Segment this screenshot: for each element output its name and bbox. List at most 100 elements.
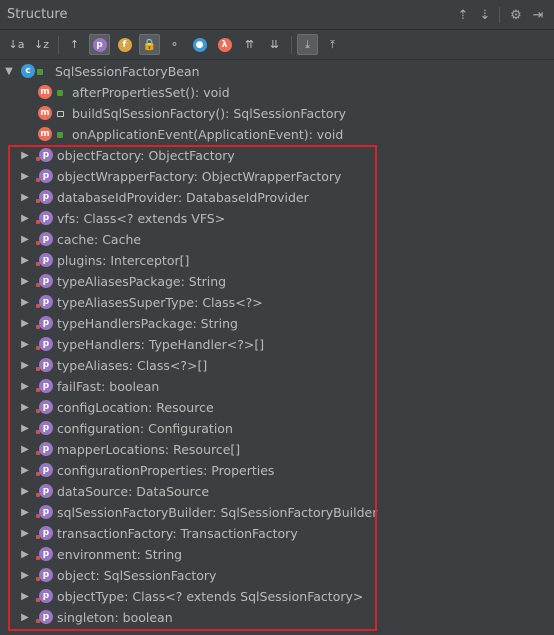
property-icon: p [39, 337, 53, 351]
sort-by-visibility-icon[interactable]: ↓a [6, 34, 27, 55]
tree-row-property[interactable]: ▶ p objectWrapperFactory: ObjectWrapperFac… [0, 166, 554, 187]
property-icon: p [39, 148, 53, 162]
collapse-icon[interactable]: ⇊ [264, 34, 285, 55]
autoscroll-to-source-icon[interactable]: ⤓ [297, 34, 318, 55]
accessor-indicator-icon [36, 577, 40, 581]
tree-row-property[interactable]: ▶ p sqlSessionFactoryBuilder: SqlSessionFa… [0, 502, 554, 523]
tree-row-property[interactable]: ▶ p mapperLocations: Resource[] [0, 439, 554, 460]
title-tools-separator [499, 7, 500, 23]
tree-row-property[interactable]: ▶ p object: SqlSessionFactory [0, 565, 554, 586]
lambda-glyph: λ [217, 37, 232, 52]
collapsed-arrow-icon[interactable]: ▶ [20, 255, 30, 266]
tree-row-property[interactable]: ▶ p configuration: Configuration [0, 418, 554, 439]
tree-row-property[interactable]: ▶ p typeAliasesSuperType: Class<?> [0, 292, 554, 313]
tree-row-root[interactable]: ▼ c SqlSessionFactoryBean [0, 61, 554, 82]
show-inherited-icon[interactable]: ↑ [64, 34, 85, 55]
tree-row-method[interactable]: m buildSqlSessionFactory(): SqlSessionFac… [0, 103, 554, 124]
collapsed-arrow-icon[interactable]: ▶ [20, 360, 30, 371]
panel-title: Structure [7, 7, 68, 22]
show-non-public-icon[interactable]: 🔒 [139, 34, 160, 55]
tree-row-label: object: SqlSessionFactory [57, 568, 217, 583]
collapsed-arrow-icon[interactable]: ▶ [20, 192, 30, 203]
expand-icon[interactable]: ⇈ [239, 34, 260, 55]
accessor-indicator-icon [36, 304, 40, 308]
accessor-indicator-icon [36, 367, 40, 371]
tree-row-label: databaseIdProvider: DatabaseIdProvider [57, 190, 309, 205]
tree-row-property[interactable]: ▶ p typeHandlersPackage: String [0, 313, 554, 334]
lambda-icon[interactable]: λ [214, 34, 235, 55]
accessor-indicator-icon [36, 325, 40, 329]
class-icon: c [21, 64, 35, 78]
tree-row-property[interactable]: ▶ p singleton: boolean [0, 607, 554, 628]
tree-row-property[interactable]: ▶ p cache: Cache [0, 229, 554, 250]
collapsed-arrow-icon[interactable]: ▶ [20, 234, 30, 245]
collapsed-arrow-icon[interactable]: ▶ [20, 402, 30, 413]
autoscroll-from-source-icon[interactable]: ⤒ [322, 34, 343, 55]
tree-row-label: SqlSessionFactoryBean [55, 64, 200, 79]
tree-row-property[interactable]: ▶ p dataSource: DataSource [0, 481, 554, 502]
tree-row-property[interactable]: ▶ p objectType: Class<? extends SqlSession… [0, 586, 554, 607]
tree-row-property[interactable]: ▶ p transactionFactory: TransactionFactory [0, 523, 554, 544]
collapsed-arrow-icon[interactable]: ▶ [20, 591, 30, 602]
accessor-indicator-icon [36, 178, 40, 182]
collapsed-arrow-icon[interactable]: ▶ [20, 381, 30, 392]
show-properties-icon[interactable]: p [89, 34, 110, 55]
collapsed-arrow-icon[interactable]: ▶ [20, 444, 30, 455]
tree-row-property[interactable]: ▶ p configurationProperties: Properties [0, 460, 554, 481]
tree-row-label: objectWrapperFactory: ObjectWrapperFacto… [57, 169, 342, 184]
property-icon: p [39, 568, 53, 582]
structure-tree[interactable]: ▼ c SqlSessionFactoryBean m afterPropertiesS… [0, 61, 554, 635]
property-icon: p [39, 274, 53, 288]
tree-row-property[interactable]: ▶ p typeAliases: Class<?>[] [0, 355, 554, 376]
tree-row-label: dataSource: DataSource [57, 484, 210, 499]
tree-row-property[interactable]: ▶ p vfs: Class<? extends VFS> [0, 208, 554, 229]
tree-row-property[interactable]: ▶ p databaseIdProvider: DatabaseIdProvider [0, 187, 554, 208]
tree-row-property[interactable]: ▶ p objectFactory: ObjectFactory [0, 145, 554, 166]
collapsed-arrow-icon[interactable]: ▶ [20, 486, 30, 497]
show-fields-glyph: f [117, 37, 132, 52]
collapsed-arrow-icon[interactable]: ▶ [20, 171, 30, 182]
hide-icon[interactable]: ⇥ [528, 6, 548, 24]
expanded-arrow-icon[interactable]: ▼ [4, 66, 14, 77]
show-anonymous-glyph: ● [192, 37, 207, 52]
method-icon: m [38, 85, 52, 99]
tree-row-label: sqlSessionFactoryBuilder: SqlSessionFact… [57, 505, 378, 520]
expand-all-icon[interactable]: ⇡ [453, 6, 473, 24]
property-icon: p [39, 316, 53, 330]
gear-icon[interactable]: ⚙ [506, 6, 526, 24]
tree-row-property[interactable]: ▶ p typeAliasesPackage: String [0, 271, 554, 292]
collapsed-arrow-icon[interactable]: ▶ [20, 528, 30, 539]
tree-row-method[interactable]: m onApplicationEvent(ApplicationEvent): v… [0, 124, 554, 145]
toolbar-separator [58, 35, 59, 54]
tree-row-property[interactable]: ▶ p configLocation: Resource [0, 397, 554, 418]
tree-row-label: typeHandlersPackage: String [57, 316, 238, 331]
public-visibility-icon [57, 90, 63, 96]
collapsed-arrow-icon[interactable]: ▶ [20, 423, 30, 434]
collapse-all-icon[interactable]: ⇣ [475, 6, 495, 24]
collapsed-arrow-icon[interactable]: ▶ [20, 612, 30, 623]
collapsed-arrow-icon[interactable]: ▶ [20, 276, 30, 287]
collapsed-arrow-icon[interactable]: ▶ [20, 318, 30, 329]
accessor-indicator-icon [36, 451, 40, 455]
tree-row-label: cache: Cache [57, 232, 142, 247]
tree-row-property[interactable]: ▶ p environment: String [0, 544, 554, 565]
sort-alphabetically-icon[interactable]: ↓z [31, 34, 52, 55]
accessor-indicator-icon [36, 241, 40, 245]
property-icon: p [39, 358, 53, 372]
tree-row-method[interactable]: m afterPropertiesSet(): void [0, 82, 554, 103]
collapsed-arrow-icon[interactable]: ▶ [20, 570, 30, 581]
tree-row-property[interactable]: ▶ p plugins: Interceptor[] [0, 250, 554, 271]
show-anonymous-icon[interactable]: ● [189, 34, 210, 55]
collapsed-arrow-icon[interactable]: ▶ [20, 150, 30, 161]
collapsed-arrow-icon[interactable]: ▶ [20, 507, 30, 518]
tree-row-label: configuration: Configuration [57, 421, 233, 436]
collapsed-arrow-icon[interactable]: ▶ [20, 213, 30, 224]
show-fields-icon[interactable]: f [114, 34, 135, 55]
collapsed-arrow-icon[interactable]: ▶ [20, 465, 30, 476]
tree-row-property[interactable]: ▶ p failFast: boolean [0, 376, 554, 397]
tree-row-property[interactable]: ▶ p typeHandlers: TypeHandler<?>[] [0, 334, 554, 355]
collapsed-arrow-icon[interactable]: ▶ [20, 297, 30, 308]
collapsed-arrow-icon[interactable]: ▶ [20, 549, 30, 560]
show-lambdas-icon[interactable]: ⚬ [164, 34, 185, 55]
collapsed-arrow-icon[interactable]: ▶ [20, 339, 30, 350]
